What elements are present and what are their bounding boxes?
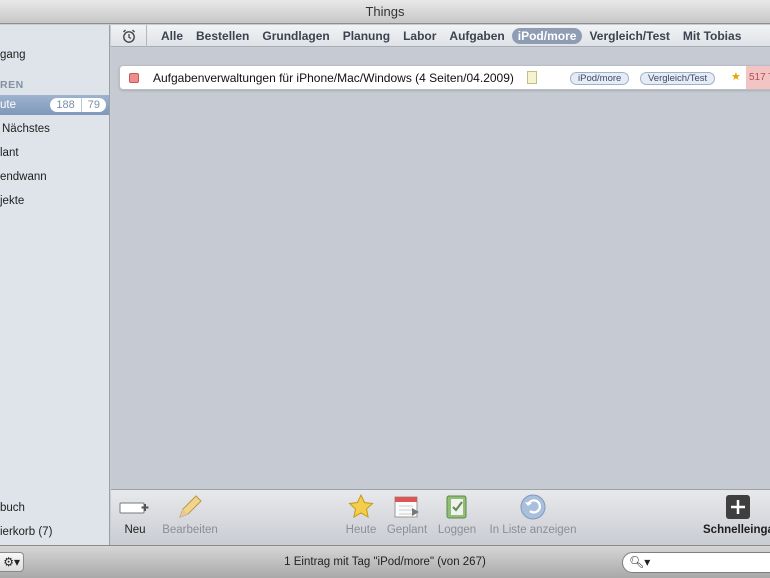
edit-button-label: Bearbeiten [162,524,218,536]
tag-planung[interactable]: Planung [337,29,396,43]
pencil-icon [161,490,219,524]
today-button[interactable]: Heute [343,490,379,546]
calendar-icon [385,490,429,524]
quick-entry-button[interactable]: Schnelleinga [703,490,770,546]
show-in-list-label: In Liste anzeigen [489,524,577,536]
sidebar-item-projects[interactable]: jekte [0,191,109,211]
log-button[interactable]: Loggen [437,490,477,546]
scheduled-button-label: Geplant [386,524,428,536]
search-icon: 🔍︎▾ [629,555,651,569]
sidebar-item-trash[interactable]: ierkorb (7) [0,522,110,542]
tag-ipod-more[interactable]: iPod/more [511,27,583,44]
status-bar: ⚙▾ 1 Eintrag mit Tag "iPod/more" (von 26… [0,545,770,578]
count-total: 79 [87,99,100,111]
sidebar-section-header: REN [0,79,24,91]
show-in-list-button[interactable]: In Liste anzeigen [487,490,579,546]
search-input[interactable]: 🔍︎▾ [622,552,770,573]
sidebar-item-next[interactable]: Nächstes [2,119,109,139]
tag-bestellen[interactable]: Bestellen [190,29,255,43]
tag-alle[interactable]: Alle [155,29,189,43]
quick-entry-label: Schnelleinga [703,524,770,536]
tag-grundlagen[interactable]: Grundlagen [256,29,335,43]
window-title: Things [0,0,770,24]
count-badge: 188 79 [50,98,106,112]
new-button-label: Neu [124,524,146,536]
due-date-badge: 517 T [746,66,770,89]
note-icon [527,71,537,84]
sidebar-item-label: gang [0,49,26,61]
tag-filter-bar: Alle Bestellen Grundlagen Planung Labor … [111,24,770,47]
task-tag-chip[interactable]: Vergleich/Test [640,72,716,85]
bottom-toolbar: Neu Bearbeiten Heute Geplant Loggen In L… [111,489,770,545]
task-list: Aufgabenverwaltungen für iPhone/Mac/Wind… [111,48,770,489]
tag-aufgaben[interactable]: Aufgaben [443,29,510,43]
scheduled-button[interactable]: Geplant [385,490,429,546]
sidebar-item-logbook[interactable]: buch [0,498,110,518]
logbook-icon [437,490,477,524]
back-arrow-icon [487,490,579,524]
sidebar-item-today[interactable]: ute 188 79 [0,95,109,115]
today-button-label: Heute [345,524,377,536]
tag-vergleich-test[interactable]: Vergleich/Test [583,29,675,43]
sidebar-item-someday[interactable]: endwann [0,167,109,187]
plus-icon [703,490,770,524]
task-tag-chip[interactable]: iPod/more [570,72,630,85]
edit-button[interactable]: Bearbeiten [161,490,219,546]
star-icon [343,490,379,524]
sidebar: gang REN ute 188 79 Nächstes lant endwan… [0,25,110,545]
sidebar-item-label: Nächstes [2,123,50,135]
tag-labor[interactable]: Labor [397,29,442,43]
task-title: Aufgabenverwaltungen für iPhone/Mac/Wind… [153,71,514,85]
task-row[interactable]: Aufgabenverwaltungen für iPhone/Mac/Wind… [119,65,770,90]
tag-mit-tobias[interactable]: Mit Tobias [677,29,747,43]
log-button-label: Loggen [437,524,477,536]
sidebar-item-label: lant [0,147,19,159]
new-button[interactable]: Neu [117,490,153,546]
sidebar-item-label: jekte [0,195,25,207]
task-checkbox[interactable] [129,73,139,83]
sidebar-item-label: ierkorb (7) [0,526,53,538]
sidebar-item-inbox[interactable]: gang [0,45,109,65]
sidebar-bottom: buch ierkorb (7) [0,489,110,545]
new-task-icon [117,490,153,524]
count-due: 188 [56,98,82,112]
sidebar-item-label: endwann [0,171,47,183]
star-icon: ★ [731,71,741,83]
sidebar-item-label: buch [0,502,25,514]
alarm-clock-icon[interactable] [111,24,147,47]
sidebar-item-scheduled[interactable]: lant [0,143,109,163]
sidebar-item-label: ute [0,99,16,111]
